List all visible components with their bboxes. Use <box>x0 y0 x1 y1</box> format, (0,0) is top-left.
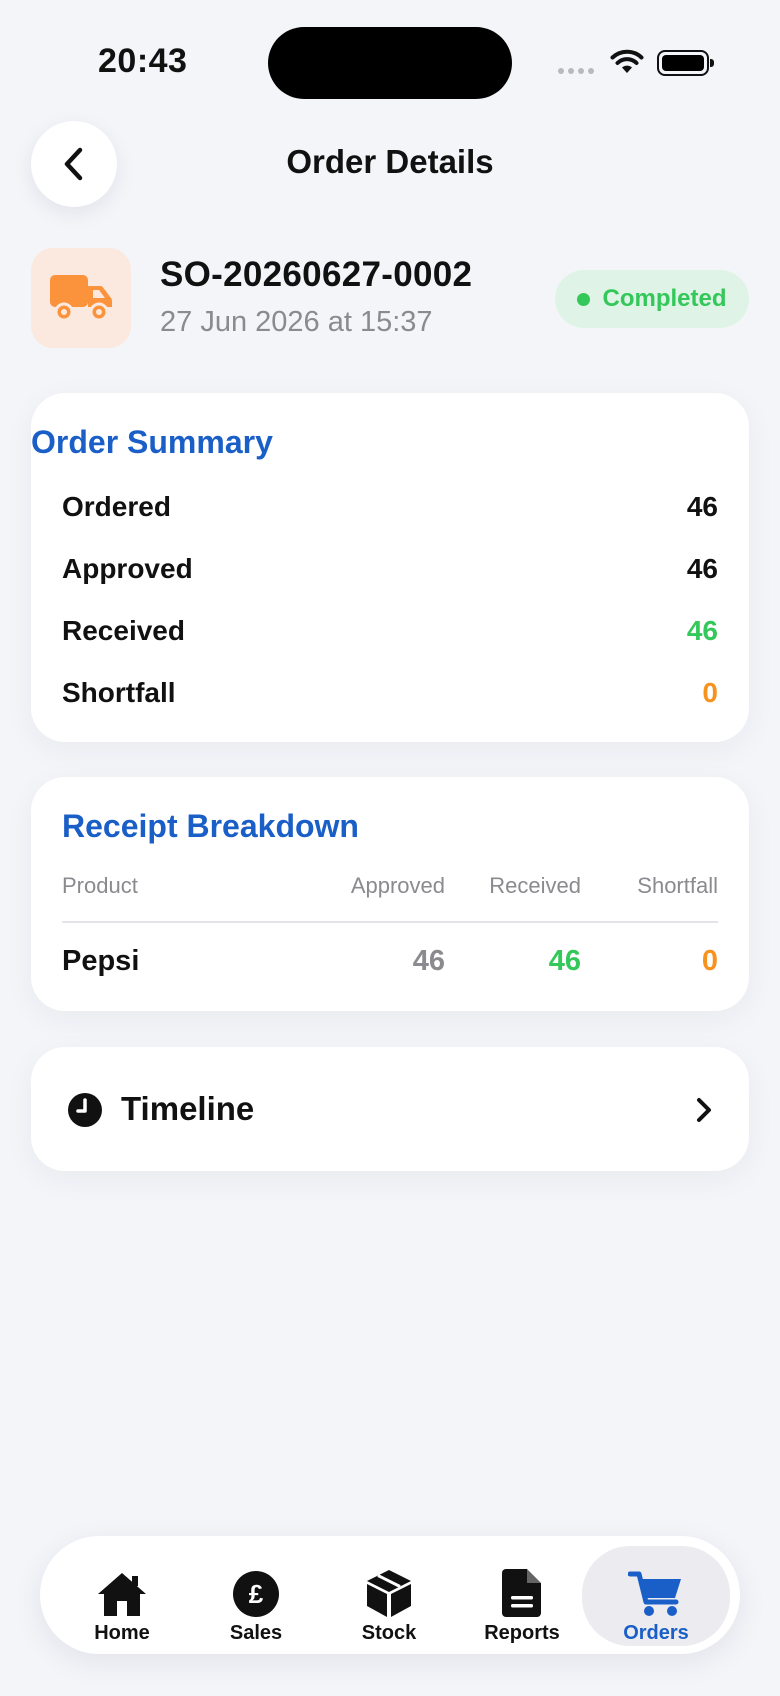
status-dot-icon <box>577 292 591 306</box>
order-number: SO-20260627-0002 <box>160 255 473 294</box>
pound-icon: £ <box>233 1571 279 1617</box>
svg-text:£: £ <box>249 1579 264 1609</box>
summary-label: Shortfall <box>62 677 176 708</box>
wifi-icon <box>610 49 644 73</box>
box-icon <box>367 1570 411 1617</box>
receipt-breakdown-title: Receipt Breakdown <box>62 808 359 844</box>
status-badge: Completed <box>555 270 749 328</box>
status-time: 20:43 <box>98 42 188 80</box>
summary-row-received: Received 46 <box>62 615 718 647</box>
chevron-right-icon <box>697 1098 711 1122</box>
tab-label: Home <box>94 1622 150 1644</box>
summary-value: 0 <box>702 677 718 708</box>
column-header-product: Product <box>62 873 138 898</box>
order-icon-box <box>31 248 131 348</box>
truck-icon <box>50 275 112 322</box>
tab-sales[interactable]: £ Sales <box>189 1546 323 1646</box>
cell-received: 46 <box>548 945 581 977</box>
summary-row-shortfall: Shortfall 0 <box>62 677 718 709</box>
summary-value: 46 <box>686 491 718 522</box>
summary-label: Approved <box>62 553 193 584</box>
table-divider <box>62 921 718 923</box>
tab-reports[interactable]: Reports <box>455 1546 589 1646</box>
tab-label: Stock <box>361 1622 417 1644</box>
tab-label: Orders <box>623 1622 689 1644</box>
timeline-label: Timeline <box>121 1090 255 1127</box>
cell-approved: 46 <box>412 945 445 977</box>
clock-icon <box>68 1093 102 1127</box>
column-header-received: Received <box>489 873 581 898</box>
document-icon <box>502 1569 541 1617</box>
status-badge-label: Completed <box>602 285 727 312</box>
house-icon <box>98 1573 146 1616</box>
column-header-shortfall: Shortfall <box>637 873 718 898</box>
cart-icon <box>628 1571 681 1616</box>
cellular-signal-icon <box>558 68 594 74</box>
summary-value: 46 <box>686 553 718 584</box>
order-date: 27 Jun 2026 at 15:37 <box>160 306 433 338</box>
summary-label: Received <box>62 615 185 646</box>
tab-stock[interactable]: Stock <box>322 1546 456 1646</box>
tab-home[interactable]: Home <box>55 1546 189 1646</box>
column-header-approved: Approved <box>350 873 445 898</box>
page-title: Order Details <box>286 143 494 180</box>
tab-orders[interactable]: Orders <box>582 1546 730 1646</box>
cell-shortfall: 0 <box>701 945 718 977</box>
summary-value: 46 <box>686 615 718 646</box>
summary-row-ordered: Ordered 46 <box>62 491 718 523</box>
dynamic-island <box>268 27 512 99</box>
tab-label: Sales <box>229 1622 283 1644</box>
summary-label: Ordered <box>62 491 171 522</box>
summary-row-approved: Approved 46 <box>62 553 718 585</box>
cell-product: Pepsi <box>62 945 140 977</box>
order-summary-title: Order Summary <box>31 424 273 460</box>
battery-icon <box>657 50 714 76</box>
tab-label: Reports <box>484 1622 560 1644</box>
